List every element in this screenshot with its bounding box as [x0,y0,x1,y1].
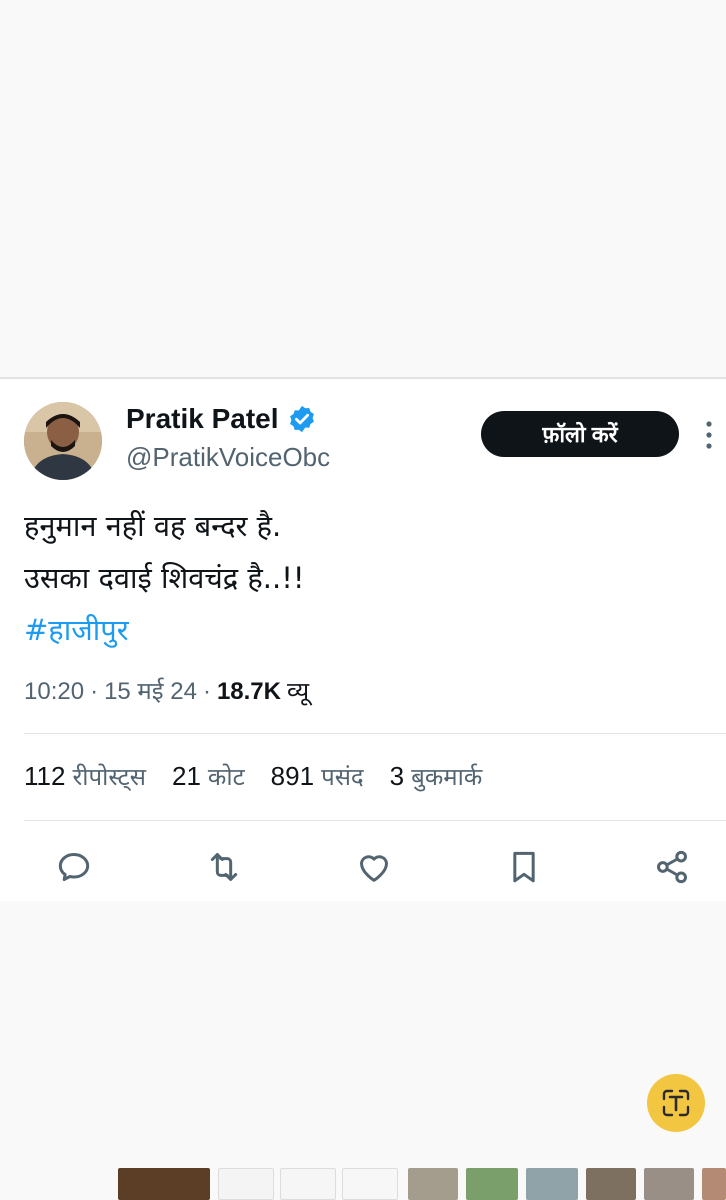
thumbnail[interactable] [342,1168,398,1200]
tweet-time[interactable]: 10:20 [24,678,84,706]
tweet-date[interactable]: 15 मई 24 [104,674,197,707]
tweet-meta: 10:20 · 15 मई 24 · 18.7K व्यू [24,674,309,707]
thumbnail[interactable] [280,1168,336,1200]
engagement-stats: 112 रीपोस्ट्स 21 कोट 891 पसंद 3 बुकमार्क [24,760,482,793]
more-options-icon[interactable] [699,418,719,452]
hashtag-link[interactable]: #हाजीपुर [24,604,704,656]
separator-dot: · [202,678,211,705]
thumbnail[interactable] [466,1168,518,1200]
bookmark-icon[interactable] [504,847,544,887]
thumbnail[interactable] [218,1168,274,1200]
likes-label: पसंद [321,764,364,791]
quotes-stat[interactable]: 21 कोट [172,760,245,793]
tweet-text-line: उसका दवाई शिवचंद्र है..!! [24,561,305,595]
views-count: 18.7K [216,678,281,705]
thumbnail[interactable] [586,1168,636,1200]
bookmarks-label: बुकमार्क [411,764,483,791]
lens-text-button[interactable] [647,1074,705,1132]
text-scan-icon [662,1089,690,1117]
separator-dot: · [90,678,99,705]
likes-count: 891 [270,761,315,791]
author-display-name[interactable]: Pratik Patel [126,403,279,435]
divider [24,733,726,734]
like-icon[interactable] [354,847,394,887]
divider [24,820,726,821]
empty-bottom-area [0,901,726,1200]
thumbnail[interactable] [118,1168,210,1200]
views-label: व्यू [286,678,310,705]
bookmarks-count: 3 [389,761,405,791]
thumbnail[interactable] [644,1168,694,1200]
repost-icon[interactable] [204,847,244,887]
thumbnail[interactable] [526,1168,578,1200]
likes-stat[interactable]: 891 पसंद [271,760,364,793]
reply-icon[interactable] [54,847,94,887]
follow-button[interactable]: फ़ॉलो करें [481,411,679,457]
quotes-label: कोट [207,764,245,791]
thumbnail[interactable] [408,1168,458,1200]
verified-badge-icon [287,404,317,434]
reposts-stat[interactable]: 112 रीपोस्ट्स [24,760,146,793]
author-name[interactable]: Pratik Patel [126,403,317,435]
share-icon[interactable] [652,847,692,887]
tweet-text-line: हनुमान नहीं वह बन्दर है. [24,509,282,543]
thumbnail[interactable] [702,1168,726,1200]
avatar[interactable] [24,402,102,480]
tweet-text: हनुमान नहीं वह बन्दर है. उसका दवाई शिवचं… [24,500,704,656]
thumbnail-strip [118,1168,726,1200]
reposts-count: 112 [24,761,66,791]
quotes-count: 21 [172,761,201,791]
empty-top-area [0,0,726,378]
author-handle[interactable]: @PratikVoiceObc [126,442,330,473]
reposts-label: रीपोस्ट्स [72,764,146,791]
bookmarks-stat[interactable]: 3 बुकमार्क [390,760,483,793]
